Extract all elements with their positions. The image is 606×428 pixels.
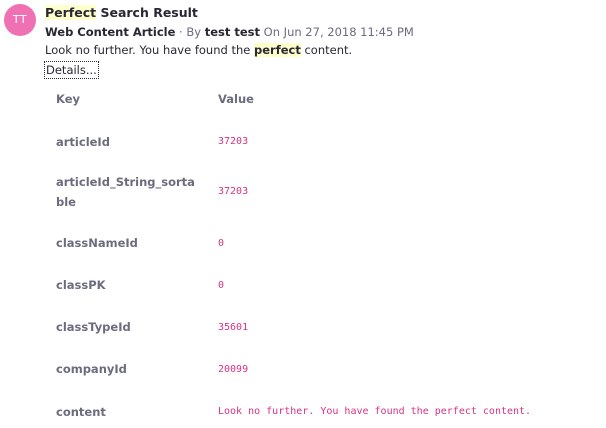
avatar-initials: TT	[12, 13, 28, 26]
table-row: classTypeId 35601	[56, 314, 601, 342]
column-header-key: Key	[56, 92, 81, 106]
row-key: classNameId	[56, 236, 138, 250]
result-meta: Web Content Article · By test test On Ju…	[45, 23, 601, 41]
row-key: content	[56, 405, 106, 419]
result-description: Look no further. You have found the perf…	[45, 41, 601, 59]
table-row: classPK 0	[56, 272, 601, 300]
author-name: test test	[204, 25, 261, 39]
row-key: articleId	[56, 135, 110, 149]
user-avatar: TT	[4, 4, 36, 36]
table-row: articleId_String_sortable 37203	[56, 170, 601, 214]
row-key: articleId_String_sortable	[56, 175, 195, 209]
table-row: classNameId 0	[56, 230, 601, 258]
row-key: classTypeId	[56, 320, 131, 334]
desc-after: content.	[300, 43, 353, 57]
desc-highlight: perfect	[254, 43, 301, 57]
row-value: 0	[218, 238, 225, 249]
result-content: Perfect Search Result Web Content Articl…	[45, 4, 601, 59]
result-title[interactable]: Perfect Search Result	[45, 4, 601, 22]
by-prefix: · By	[175, 25, 205, 39]
date-text: On Jun 27, 2018 11:45 PM	[260, 25, 414, 39]
table-row: content Look no further. You have found …	[56, 399, 601, 427]
title-rest: Search Result	[96, 5, 198, 20]
desc-before: Look no further. You have found the	[45, 43, 254, 57]
details-toggle-button[interactable]: Details...	[44, 61, 99, 79]
asset-type: Web Content Article	[45, 25, 176, 39]
row-value: 35601	[218, 322, 249, 333]
table-row: companyId 20099	[56, 356, 601, 384]
row-value: Look no further. You have found the perf…	[218, 406, 532, 417]
row-value: 37203	[218, 136, 249, 147]
title-highlight: Perfect	[45, 5, 97, 20]
table-row: articleId 37203	[56, 128, 601, 156]
search-result-entry: TT Perfect Search Result Web Content Art…	[0, 0, 606, 428]
row-value: 0	[218, 280, 225, 291]
column-header-value: Value	[218, 92, 254, 106]
row-value: 20099	[218, 364, 249, 375]
row-key: classPK	[56, 278, 106, 292]
row-value: 37203	[218, 186, 249, 197]
row-key: companyId	[56, 362, 127, 376]
